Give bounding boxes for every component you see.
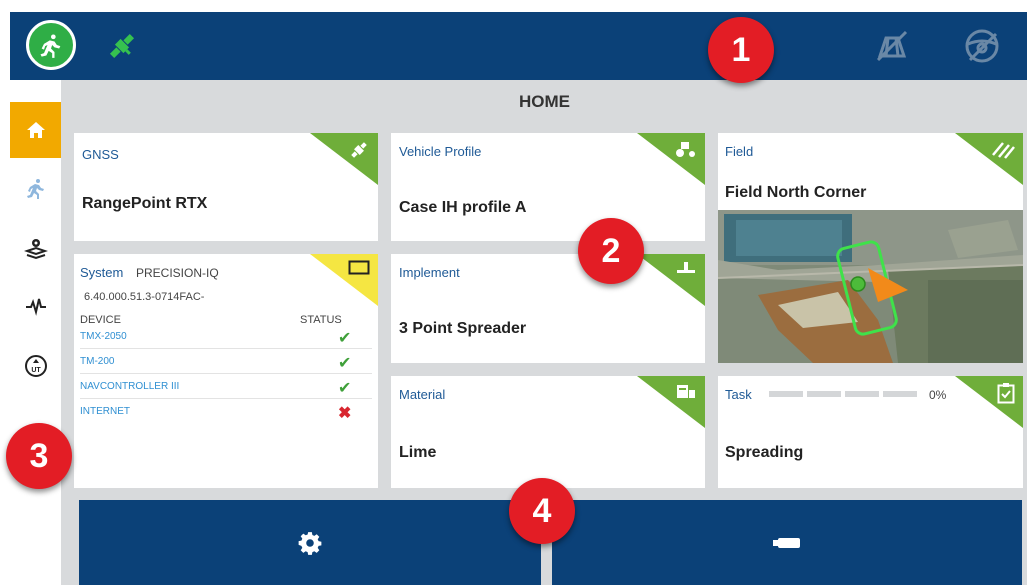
device-name: TM-200 bbox=[80, 356, 115, 367]
field-setup-icon bbox=[23, 239, 48, 260]
satellite-icon bbox=[351, 142, 367, 158]
sidebar-item-run[interactable] bbox=[10, 160, 61, 216]
material-value: Lime bbox=[399, 444, 437, 461]
vehicle-profile-card[interactable]: Vehicle Profile Case IH profile A bbox=[391, 133, 705, 241]
progress-segment bbox=[883, 391, 917, 397]
sidebar: UT bbox=[10, 80, 61, 585]
field-map[interactable] bbox=[718, 210, 1023, 363]
implement-card[interactable]: Implement 3 Point Spreader bbox=[391, 254, 705, 363]
material-label: Material bbox=[399, 387, 446, 402]
diagnostics-pulse-icon bbox=[25, 298, 46, 316]
gnss-value: RangePoint RTX bbox=[82, 195, 208, 212]
progress-segment bbox=[845, 391, 879, 397]
material-icon bbox=[677, 385, 695, 398]
task-progress-text: 0% bbox=[929, 388, 947, 402]
vehicle-value: Case IH profile A bbox=[399, 199, 527, 216]
status-error-icon: ✖ bbox=[338, 405, 352, 422]
display-icon bbox=[348, 260, 370, 275]
settings-button[interactable] bbox=[79, 500, 541, 585]
gear-icon bbox=[298, 531, 322, 555]
sidebar-item-utility[interactable]: UT bbox=[10, 338, 61, 394]
sidebar-item-home[interactable] bbox=[10, 102, 61, 158]
system-version: 6.40.000.51.3-0714FAC- bbox=[84, 291, 205, 303]
gnss-card[interactable]: GNSS RangePoint RTX bbox=[74, 133, 378, 241]
callout-badge: 2 bbox=[578, 218, 644, 284]
system-name: PRECISION-IQ bbox=[136, 266, 219, 280]
progress-segment bbox=[807, 391, 841, 397]
steering-disabled-icon[interactable] bbox=[962, 26, 1002, 66]
status-ok-icon: ✔ bbox=[338, 355, 352, 372]
field-card[interactable]: Field Field North Corner bbox=[718, 133, 1023, 363]
device-row: TMX-2050 ✔ bbox=[80, 328, 372, 349]
sidebar-item-field-setup[interactable] bbox=[10, 220, 61, 276]
task-value: Spreading bbox=[725, 444, 804, 461]
status-ok-icon: ✔ bbox=[338, 330, 352, 347]
status-ok-icon: ✔ bbox=[338, 380, 352, 397]
callout-badge: 1 bbox=[708, 17, 774, 83]
task-label: Task bbox=[725, 387, 752, 402]
callout-badge: 3 bbox=[6, 423, 72, 489]
device-name: NAVCONTROLLER III bbox=[80, 381, 180, 392]
material-card[interactable]: Material Lime bbox=[391, 376, 705, 488]
page-title: HOME bbox=[519, 92, 570, 111]
running-person-icon[interactable] bbox=[26, 20, 76, 70]
system-label: System bbox=[80, 265, 124, 280]
tractor-icon bbox=[676, 142, 695, 157]
device-row: NAVCONTROLLER III ✔ bbox=[80, 378, 372, 399]
implement-icon bbox=[677, 262, 695, 273]
device-row: TM-200 ✔ bbox=[80, 353, 372, 374]
device-column-header: DEVICE bbox=[80, 314, 121, 326]
field-disabled-icon[interactable] bbox=[872, 26, 912, 66]
callout-badge: 4 bbox=[509, 478, 575, 544]
status-column-header: STATUS bbox=[300, 314, 342, 326]
home-icon bbox=[26, 122, 45, 138]
implement-label: Implement bbox=[399, 265, 460, 280]
gnss-label: GNSS bbox=[82, 147, 119, 162]
usb-button[interactable] bbox=[552, 500, 1022, 585]
usb-drive-icon bbox=[773, 537, 800, 548]
clipboard-check-icon bbox=[997, 383, 1015, 404]
system-card[interactable]: System PRECISION-IQ 6.40.000.51.3-0714FA… bbox=[74, 254, 378, 488]
satellite-icon[interactable] bbox=[104, 28, 140, 64]
field-label: Field bbox=[725, 144, 754, 159]
field-value: Field North Corner bbox=[725, 184, 867, 201]
running-person-icon bbox=[26, 179, 44, 199]
sidebar-item-diagnostics[interactable] bbox=[10, 278, 61, 334]
implement-value: 3 Point Spreader bbox=[399, 320, 527, 337]
progress-segment bbox=[769, 391, 803, 397]
device-name: TMX-2050 bbox=[80, 331, 127, 342]
device-row: INTERNET ✖ bbox=[80, 403, 372, 423]
svg-text:UT: UT bbox=[31, 367, 41, 374]
field-lines-icon bbox=[992, 142, 1015, 159]
device-name: INTERNET bbox=[80, 406, 130, 417]
vehicle-label: Vehicle Profile bbox=[399, 144, 482, 159]
utility-icon: UT bbox=[24, 355, 47, 377]
